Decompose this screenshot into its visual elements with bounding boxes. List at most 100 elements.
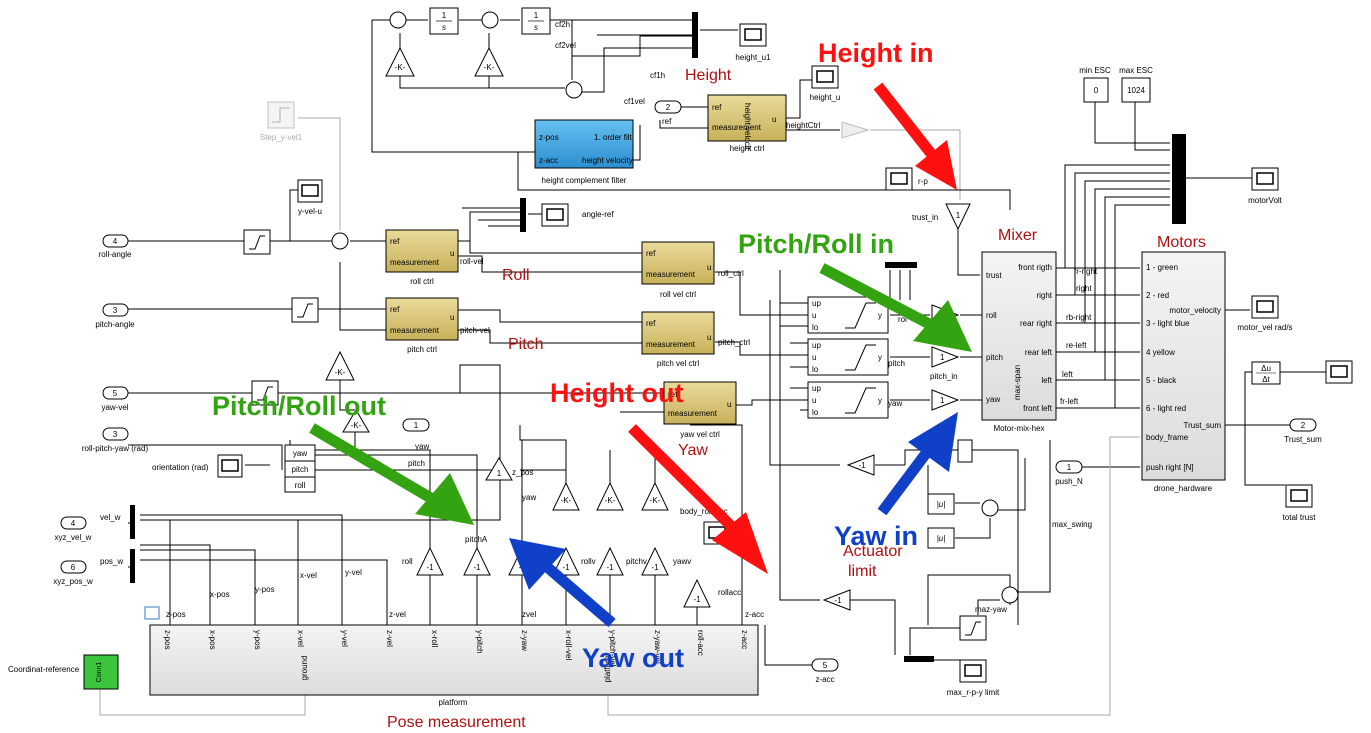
saturation-pitch[interactable] [291, 297, 319, 323]
inport-yaw-vel[interactable]: 5 yaw-vel [101, 386, 129, 412]
scope-motor-volt[interactable]: motorVolt [1248, 167, 1283, 205]
abs-block-2[interactable]: |u| [927, 527, 955, 549]
svg-text:Step_y-vel1: Step_y-vel1 [260, 133, 303, 142]
svg-text:roll ctrl: roll ctrl [410, 277, 434, 286]
sum-block-2[interactable] [481, 11, 499, 29]
svg-text:motor_velocity: motor_velocity [1169, 306, 1221, 315]
sat-dynamic-pitch[interactable]: up u lo y [807, 338, 889, 376]
inport-2[interactable]: 2 [654, 100, 682, 114]
svg-text:measurement: measurement [712, 123, 762, 132]
outport-z-acc[interactable]: 5 z-acc [811, 658, 839, 684]
scope-derivative[interactable] [1325, 360, 1353, 384]
scope-orientation[interactable]: orientation (rad) [152, 454, 243, 478]
svg-text:Coordinat-reference: Coordinat-reference [8, 665, 80, 674]
gain-neg1-limit-a[interactable]: -1 [846, 454, 875, 476]
svg-text:s: s [534, 23, 538, 32]
roll-vel-ctrl-block[interactable]: ref measurement u roll vel ctrl [641, 241, 715, 299]
svg-text:right: right [1036, 291, 1052, 300]
label-yaw-out: Yaw out [582, 643, 684, 673]
height-complement-filter[interactable]: z-pos z-acc 1. order filt height velocit… [534, 119, 634, 185]
gain-one-yaw[interactable]: 1 [931, 389, 960, 411]
sum-block-1[interactable] [389, 11, 407, 29]
svg-text:5: 5 [823, 661, 828, 670]
saturation-maz-yaw[interactable]: maz-yaw [959, 605, 1007, 641]
inport-push-n[interactable]: 1 push_N [1055, 460, 1083, 486]
outport-roll-pitch-yaw[interactable]: 3 roll-pitch-yaw (rad) [82, 427, 149, 453]
gain-k-yawv[interactable]: -K- [641, 481, 669, 511]
svg-text:Motor-mix-hex: Motor-mix-hex [993, 424, 1044, 433]
outport-xyz-pos-w[interactable]: 6 xyz_pos_w [53, 560, 93, 586]
height-ctrl-block[interactable]: ref measurement u height velocit height … [707, 94, 787, 153]
gain-k-pitchv[interactable]: -K- [596, 481, 624, 511]
sum-roll[interactable] [331, 232, 349, 250]
saturation-roll[interactable] [243, 229, 271, 255]
svg-text:-1: -1 [426, 563, 434, 572]
scope-height-u1[interactable]: height_u1 [735, 23, 771, 62]
gain-neg1-pitchv[interactable]: -1 [596, 546, 624, 576]
sat-dynamic-roll[interactable]: up u lo y [807, 296, 889, 334]
svg-text:max ESC: max ESC [1119, 66, 1153, 75]
svg-text:body_frame: body_frame [1146, 433, 1189, 442]
rpy-demux[interactable]: yaw pitch roll [284, 444, 316, 493]
scope-motor-vel[interactable]: motor_vel rad/s [1237, 295, 1293, 332]
gain-neg1-limit-b[interactable]: -1 [822, 589, 851, 611]
svg-text:re-left: re-left [1066, 341, 1087, 350]
inport-roll-angle[interactable]: 4 roll-angle [99, 234, 132, 259]
svg-text:y: y [878, 396, 882, 405]
sat-dynamic-yaw[interactable]: up u lo y [807, 381, 889, 419]
gain-neg1-pitch[interactable]: -1 [463, 546, 491, 576]
svg-text:ref: ref [390, 237, 400, 246]
inport-pitch-angle[interactable]: 3 pitch-angle [95, 303, 135, 329]
scope-angle-ref[interactable]: angle-ref [541, 203, 614, 227]
display-block[interactable] [957, 439, 973, 463]
svg-text:yaw: yaw [522, 493, 536, 502]
svg-text:platform: platform [439, 698, 468, 707]
svg-text:4: 4 [113, 237, 118, 246]
sum-block-3[interactable] [565, 81, 583, 99]
scope-max-rpy[interactable]: max_r-p-y limit [947, 659, 1000, 697]
svg-text:drone_hardware: drone_hardware [1154, 484, 1213, 493]
motor-mix-hex[interactable]: trust roll pitch yaw front rigth right r… [981, 251, 1057, 433]
svg-text:-1: -1 [693, 595, 701, 604]
outport-trust-sum[interactable]: 2 Trust_sum [1284, 418, 1322, 444]
outport-xyz-vel-w[interactable]: 4 xyz_vel_w [55, 516, 92, 542]
pitch-ctrl-block[interactable]: ref measurement u pitch ctrl [385, 297, 459, 354]
derivative-block[interactable]: Δu Δt [1251, 361, 1281, 385]
svg-text:5 - black: 5 - black [1146, 376, 1177, 385]
gain-one-trust[interactable]: 1 [945, 203, 971, 231]
gain-one-pitch[interactable]: 1 [931, 346, 960, 368]
sum-abs[interactable] [981, 499, 999, 517]
const-min-esc[interactable]: min ESC 0 [1079, 66, 1111, 103]
roll-ctrl-block[interactable]: ref measurement u roll ctrl [385, 229, 459, 286]
svg-text:measurement: measurement [646, 270, 696, 279]
abs-block-1[interactable]: |u| [927, 493, 955, 515]
svg-text:5: 5 [113, 389, 118, 398]
gain-k-rollv[interactable]: -K- [552, 481, 580, 511]
mux-motor-volt [1172, 134, 1186, 224]
gain-neg1-roll[interactable]: -1 [416, 546, 444, 576]
platform-port-0: z-pos [163, 630, 172, 650]
svg-text:pitch_in: pitch_in [930, 372, 958, 381]
scope-r-p[interactable]: r-p [885, 167, 928, 191]
svg-text:up: up [812, 299, 821, 308]
gain-neg1-rollacc[interactable]: -1 [683, 578, 711, 608]
svg-text:|u|: |u| [937, 500, 946, 509]
svg-text:cf2vel: cf2vel [555, 41, 576, 50]
label-height-out: Height out [550, 378, 683, 408]
svg-text:-K-: -K- [605, 496, 616, 505]
svg-text:yaw vel ctrl: yaw vel ctrl [680, 430, 720, 439]
scope-height-u[interactable]: height_u [810, 65, 841, 102]
step-y-vel1[interactable]: Step_y-vel1 [260, 101, 303, 142]
drone-hardware[interactable]: 1 - green 2 - red 3 - light blue 4 yello… [1141, 251, 1226, 493]
conn-block[interactable]: Conn1 Coordinat-reference [8, 654, 119, 690]
scope-y-vel-u[interactable]: y-vel-u [297, 179, 323, 216]
sum-limit[interactable] [1001, 586, 1019, 604]
gain-greyed[interactable] [841, 121, 870, 139]
const-max-esc[interactable]: max ESC 1024 [1119, 66, 1153, 103]
scope-total-trust[interactable]: total trust [1283, 484, 1317, 522]
svg-text:ref: ref [390, 305, 400, 314]
mux-height [692, 12, 698, 58]
pitch-vel-ctrl-block[interactable]: ref measurement u pitch vel ctrl [641, 311, 715, 368]
svg-text:z-vel: z-vel [389, 610, 406, 619]
outport-1[interactable]: 1 [402, 418, 430, 432]
